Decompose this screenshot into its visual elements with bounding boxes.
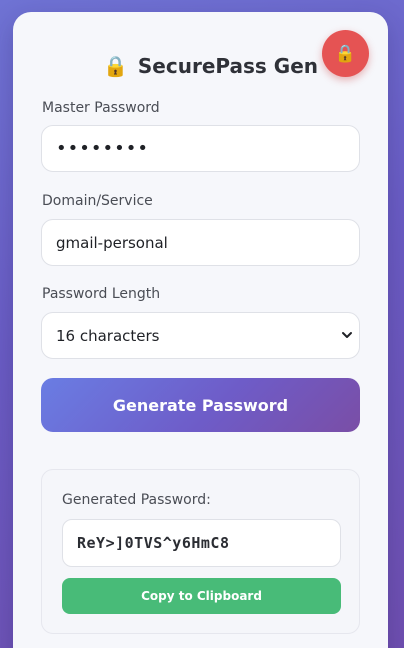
master-password-input[interactable]: •••••••• xyxy=(41,125,360,172)
length-select[interactable]: 16 characters xyxy=(41,312,360,359)
length-label: Password Length xyxy=(42,286,161,302)
lock-icon: 🔒 xyxy=(334,43,357,64)
generate-password-button[interactable]: Generate Password xyxy=(41,378,360,432)
lock-icon: 🔒 xyxy=(103,54,128,78)
generated-password-label: Generated Password: xyxy=(62,492,211,508)
app-title-text: SecurePass Gen xyxy=(137,54,319,78)
app-title: 🔒 SecurePass Gen xyxy=(103,54,318,78)
copy-to-clipboard-button[interactable]: Copy to Clipboard xyxy=(62,578,341,614)
result-panel: Generated Password: ReY>]0TVS^y6HmC8 Cop… xyxy=(41,469,360,634)
header: 🔒 SecurePass Gen 🔒 xyxy=(13,30,388,90)
master-password-label: Master Password xyxy=(42,100,160,116)
generator-card: 🔒 SecurePass Gen 🔒 Master Password •••••… xyxy=(13,12,388,648)
lock-button[interactable]: 🔒 xyxy=(322,30,369,77)
chevron-down-icon xyxy=(342,332,352,338)
length-select-value: 16 characters xyxy=(56,326,160,345)
domain-label: Domain/Service xyxy=(42,193,153,209)
domain-input[interactable]: gmail-personal xyxy=(41,219,360,266)
generated-password-output[interactable]: ReY>]0TVS^y6HmC8 xyxy=(62,519,341,567)
